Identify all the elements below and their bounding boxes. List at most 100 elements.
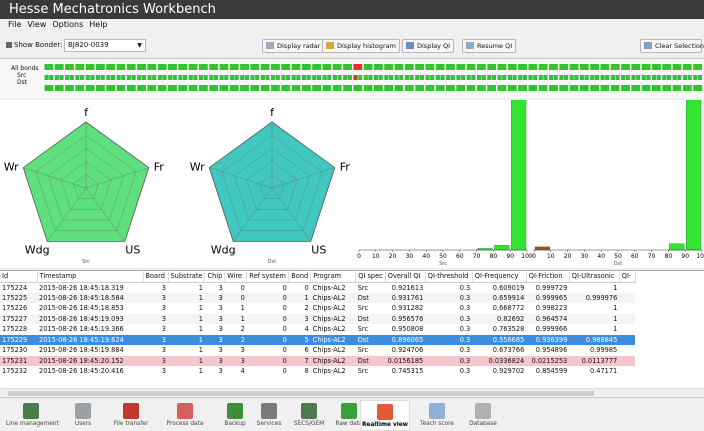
bond-cell-dst[interactable] (461, 75, 466, 80)
bond-cell-dst[interactable] (666, 75, 672, 80)
bond-cell-dst[interactable] (90, 75, 95, 80)
bond-cell-src[interactable] (374, 75, 379, 80)
bond-cell-src[interactable] (641, 75, 646, 80)
bond-status-strip[interactable] (44, 60, 704, 98)
bond-cell-dst-row[interactable] (631, 85, 641, 91)
bond-cell-all[interactable] (549, 64, 558, 70)
bond-cell-dst[interactable] (512, 75, 517, 80)
table-row[interactable]: 175229 2015-08-26 18:45:19.624 3 1 3 2 0 5 Chips… (0, 334, 636, 345)
column-header[interactable]: QI-threshold (425, 271, 473, 283)
column-header[interactable]: QI spec (355, 271, 386, 283)
bond-cell-all[interactable] (456, 64, 466, 70)
bond-cell-dst-row[interactable] (446, 85, 455, 91)
bond-cell-dst-row[interactable] (126, 85, 136, 91)
bond-cell-dst-row[interactable] (693, 85, 702, 91)
bond-cell-src[interactable] (487, 75, 492, 80)
bond-cell-dst[interactable] (80, 75, 85, 80)
bond-cell-src[interactable] (682, 75, 688, 80)
bond-cell-dst-row[interactable] (435, 85, 445, 91)
bond-cell-dst[interactable] (491, 75, 497, 80)
bond-cell-src[interactable] (652, 75, 657, 80)
column-header[interactable]: Id (0, 271, 38, 283)
bond-cell-all[interactable] (363, 64, 373, 70)
bond-cell-dst-row[interactable] (260, 85, 270, 91)
bond-cell-dst-row[interactable] (569, 85, 579, 91)
bond-cell-all[interactable] (590, 64, 600, 70)
bond-cell-dst[interactable] (110, 75, 116, 80)
bond-cell-src[interactable] (291, 75, 296, 80)
bond-cell-all[interactable] (106, 64, 116, 70)
bond-cell-dst[interactable] (213, 75, 219, 80)
bond-cell-all[interactable] (44, 64, 54, 70)
bond-cell-src[interactable] (281, 75, 286, 80)
bond-cell-all[interactable] (95, 64, 105, 70)
bond-cell-dst-row[interactable] (456, 85, 466, 91)
bond-cell-dst-row[interactable] (528, 85, 538, 91)
column-header[interactable]: Ref system (246, 271, 290, 283)
bond-cell-all[interactable] (168, 64, 177, 70)
bond-cell-src[interactable] (672, 75, 677, 80)
bond-cell-dst-row[interactable] (384, 85, 394, 91)
bond-cell-dst[interactable] (368, 75, 373, 80)
bond-cell-dst-row[interactable] (518, 85, 527, 91)
bond-cell-dst-row[interactable] (590, 85, 600, 91)
bond-cell-dst-row[interactable] (271, 85, 280, 91)
bond-cell-src[interactable] (693, 75, 698, 80)
bond-cell-dst-row[interactable] (394, 85, 404, 91)
bond-cell-dst[interactable] (141, 75, 146, 80)
bond-cell-dst-row[interactable] (363, 85, 373, 91)
bond-cell-all[interactable] (209, 64, 219, 70)
bond-cell-dst[interactable] (285, 75, 291, 80)
bond-cell-src[interactable] (518, 75, 523, 80)
bond-cell-src[interactable] (549, 75, 554, 80)
bond-cell-all[interactable] (291, 64, 301, 70)
bond-cell-all[interactable] (229, 64, 239, 70)
nav-database[interactable]: Database (458, 400, 508, 431)
bond-cell-all[interactable] (487, 64, 497, 70)
bond-cell-all[interactable] (271, 64, 280, 70)
bond-cell-src[interactable] (106, 75, 111, 80)
bond-cell-src[interactable] (559, 75, 564, 80)
bond-cell-dst[interactable] (533, 75, 538, 80)
bond-cell-dst[interactable] (656, 75, 661, 80)
nav-line-management[interactable]: Line management (6, 400, 59, 431)
bond-cell-dst[interactable] (625, 75, 630, 80)
bond-cell-src[interactable] (404, 75, 410, 80)
bond-cell-dst-row[interactable] (95, 85, 105, 91)
nav-users[interactable]: Users (58, 400, 108, 431)
bond-cell-src[interactable] (85, 75, 90, 80)
bond-cell-dst[interactable] (636, 75, 641, 80)
bond-cell-dst-row[interactable] (281, 85, 291, 91)
clear-selection-button[interactable]: Clear Selection (640, 39, 704, 53)
bond-cell-all[interactable] (75, 64, 85, 70)
display-histogram-button[interactable]: Display histogram (322, 39, 400, 53)
column-header[interactable]: QI-Frequency (472, 271, 527, 283)
bond-cell-all[interactable] (240, 64, 249, 70)
bond-cell-dst-row[interactable] (682, 85, 692, 91)
nav-realtime-view[interactable]: Realtime view (360, 400, 410, 431)
bond-cell-dst[interactable] (430, 75, 435, 80)
table-row[interactable]: 175226 2015-08-26 18:45:18.853 3 1 3 1 0 2 Chips… (0, 303, 635, 314)
bond-cell-all[interactable] (343, 64, 352, 70)
bond-cell-all[interactable] (332, 64, 342, 70)
nav-teach-score[interactable]: Teach score (412, 400, 462, 431)
bond-cell-dst[interactable] (471, 75, 476, 80)
bond-cell-dst-row[interactable] (600, 85, 610, 91)
display-qi-button[interactable]: Display QI (402, 39, 455, 53)
bond-cell-dst-row[interactable] (549, 85, 558, 91)
bond-cell-dst-row[interactable] (147, 85, 157, 91)
bond-cell-dst[interactable] (224, 75, 229, 80)
bond-cell-dst[interactable] (563, 75, 569, 80)
bond-cell-src[interactable] (126, 75, 132, 80)
bond-cell-dst[interactable] (543, 75, 548, 80)
bond-cell-dst[interactable] (687, 75, 692, 80)
bond-cell-dst[interactable] (234, 75, 239, 80)
bond-cell-dst[interactable] (172, 75, 177, 80)
column-header[interactable]: Substrate (168, 271, 206, 283)
bond-cell-all[interactable] (415, 64, 424, 70)
bond-cell-dst-row[interactable] (641, 85, 651, 91)
column-header[interactable]: Board (143, 271, 169, 283)
bond-cell-src[interactable] (394, 75, 399, 80)
bond-cell-all[interactable] (507, 64, 517, 70)
bond-cell-src[interactable] (425, 75, 430, 80)
